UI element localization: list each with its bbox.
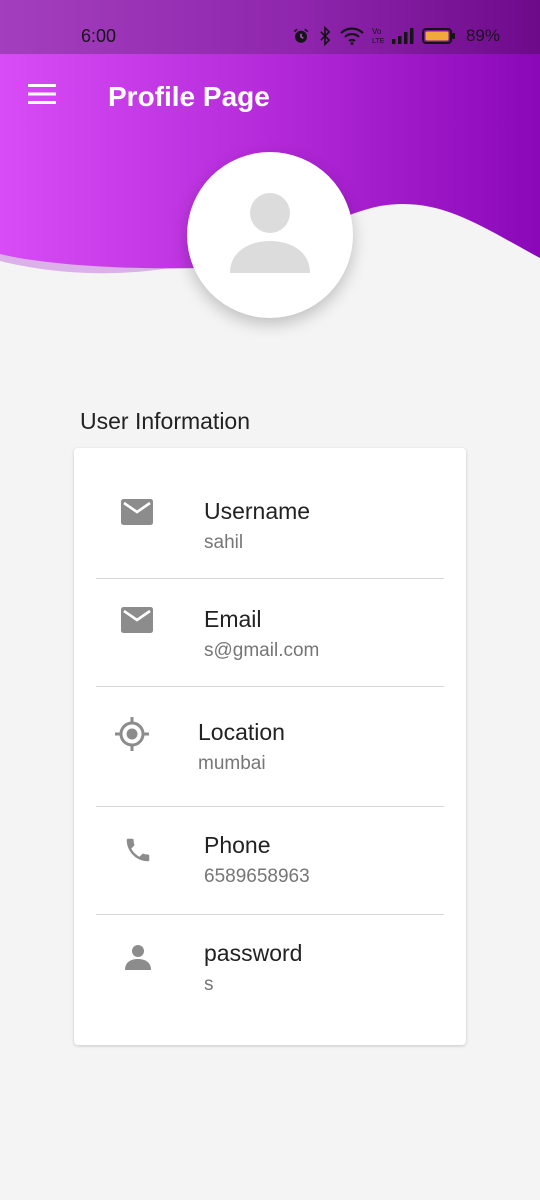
info-label: Username <box>204 498 311 524</box>
info-row-phone[interactable]: Phone 6589658963 <box>74 807 466 914</box>
battery-icon <box>421 28 456 44</box>
app-bar: Profile Page <box>0 54 540 138</box>
info-row-email[interactable]: Email s@gmail.com <box>74 579 466 686</box>
info-label: password <box>204 940 303 966</box>
alarm-icon <box>292 27 310 45</box>
menu-icon <box>27 83 57 110</box>
svg-text:Vo: Vo <box>372 27 382 36</box>
battery-percent: 89% <box>465 26 500 45</box>
avatar[interactable] <box>187 152 353 318</box>
menu-button[interactable] <box>22 76 62 116</box>
bluetooth-icon <box>318 26 332 46</box>
person-icon <box>228 191 312 280</box>
info-value: 6589658963 <box>204 866 310 887</box>
location-target-icon <box>114 716 150 752</box>
mail-icon <box>120 606 154 634</box>
person-icon <box>124 943 152 971</box>
user-info-card: Username sahil Email s@gmail.com Locatio… <box>74 448 466 1045</box>
info-label: Location <box>198 719 285 745</box>
status-bar: 6:00 Vo LTE 89% <box>0 0 540 54</box>
status-icons: Vo LTE 89% <box>292 24 500 48</box>
info-value: mumbai <box>198 753 266 774</box>
info-value: s@gmail.com <box>204 640 320 661</box>
phone-icon <box>122 834 154 866</box>
mail-icon <box>120 498 154 526</box>
volte-icon: Vo LTE <box>372 26 384 46</box>
info-row-username[interactable]: Username sahil <box>74 448 466 578</box>
svg-text:LTE: LTE <box>372 38 384 45</box>
info-value: s <box>204 974 214 995</box>
info-row-location[interactable]: Location mumbai <box>74 687 466 806</box>
info-value: sahil <box>204 532 244 553</box>
signal-icon <box>391 28 414 44</box>
section-title: User Information <box>80 408 251 434</box>
info-row-password[interactable]: password s <box>74 915 466 1035</box>
info-label: Email <box>204 606 262 632</box>
info-label: Phone <box>204 832 271 858</box>
wifi-icon <box>340 27 364 45</box>
status-time: 6:00 <box>81 26 117 46</box>
page-title: Profile Page <box>108 81 270 112</box>
